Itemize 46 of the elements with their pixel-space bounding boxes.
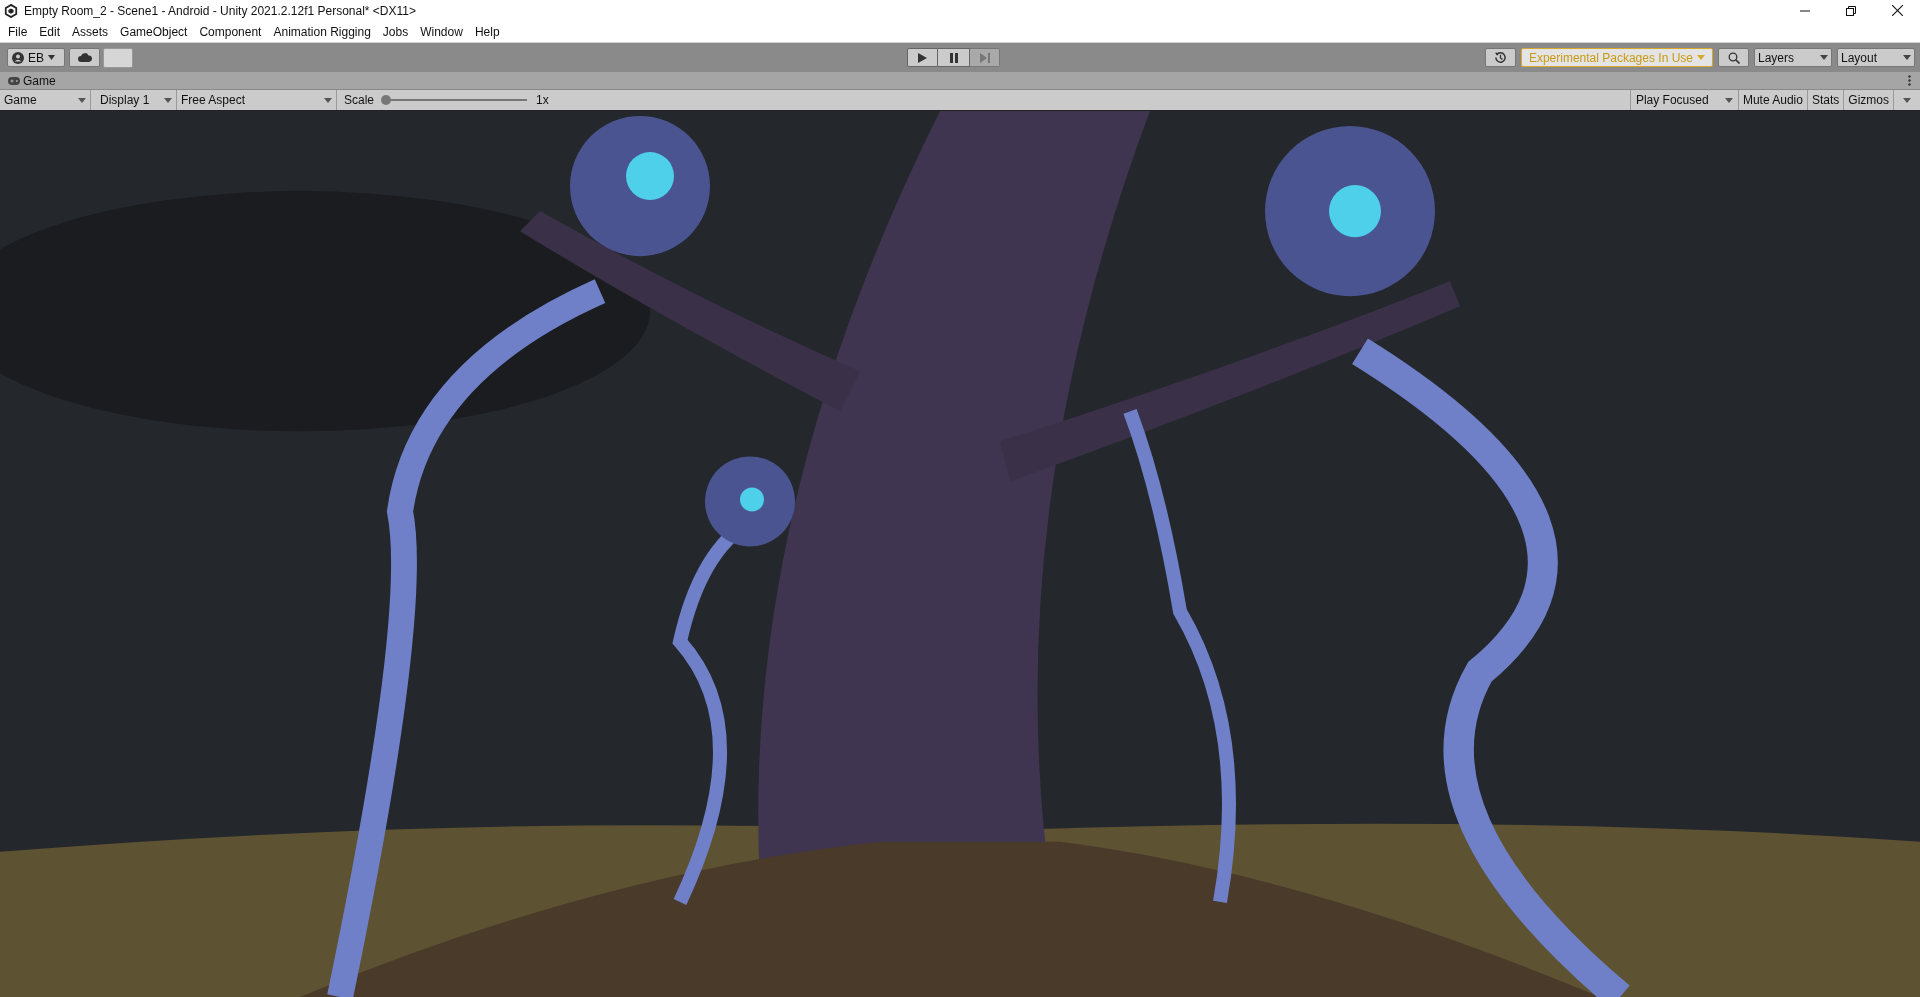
menu-item[interactable]: File xyxy=(2,22,34,41)
display-dropdown[interactable]: Display 1 xyxy=(91,90,177,110)
history-button[interactable] xyxy=(1484,48,1516,67)
menu-item[interactable]: Animation Rigging xyxy=(267,22,377,41)
more-options-icon[interactable] xyxy=(1908,75,1911,86)
gamepad-icon xyxy=(8,76,20,85)
play-button[interactable] xyxy=(907,48,938,67)
layers-dropdown[interactable]: Layers xyxy=(1754,48,1832,67)
pause-icon xyxy=(949,52,958,63)
account-icon xyxy=(12,51,24,64)
pause-button[interactable] xyxy=(938,48,970,67)
caret-icon xyxy=(164,97,172,103)
layout-dropdown[interactable]: Layout xyxy=(1837,48,1915,67)
search-button[interactable] xyxy=(1718,48,1749,67)
play-focused-dropdown[interactable]: Play Focused xyxy=(1629,90,1739,110)
menu-item[interactable]: Window xyxy=(414,22,469,41)
history-icon xyxy=(1493,51,1507,64)
restore-icon xyxy=(1846,5,1856,16)
menu-item[interactable]: Component xyxy=(193,22,268,41)
cloud-icon xyxy=(77,53,92,62)
view-dropdown[interactable]: Game xyxy=(0,90,91,110)
scale-label: Scale xyxy=(344,92,375,109)
caret-icon xyxy=(1724,97,1733,103)
game-tab[interactable]: Game xyxy=(0,72,59,89)
menu-item[interactable]: Assets xyxy=(66,22,115,41)
search-icon xyxy=(1727,51,1740,64)
caret-icon xyxy=(1903,97,1911,103)
scale-value: 1x xyxy=(536,92,549,109)
menu-item[interactable]: Edit xyxy=(33,22,67,41)
step-icon xyxy=(979,52,990,63)
unity-logo-icon xyxy=(4,3,18,18)
menu-item[interactable]: Jobs xyxy=(376,22,415,41)
play-icon xyxy=(918,52,927,63)
cloud-button[interactable] xyxy=(69,48,100,67)
menu-item[interactable]: Help xyxy=(468,22,506,41)
caret-icon xyxy=(78,97,86,103)
close-icon xyxy=(1891,5,1903,16)
caret-icon xyxy=(1697,55,1705,60)
caret-icon xyxy=(48,55,55,60)
menu-item[interactable]: GameObject xyxy=(114,22,194,41)
caret-icon xyxy=(324,97,332,103)
caret-icon xyxy=(1903,55,1911,60)
window-title: Empty Room_2 - Scene1 - Android - Unity 2021.2.12f1 Personal* <DX11> xyxy=(24,2,416,20)
aspect-dropdown[interactable]: Free Aspect xyxy=(177,90,337,110)
account-dropdown[interactable]: EB xyxy=(7,48,65,67)
caret-icon xyxy=(1820,55,1828,60)
